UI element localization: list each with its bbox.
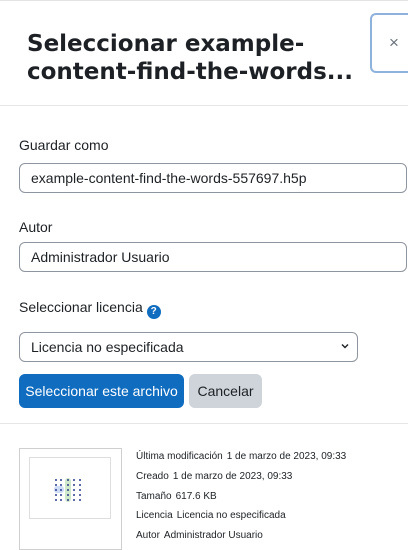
license-selected-value: Licencia no especificada bbox=[31, 339, 184, 355]
license-label: Seleccionar licencia? bbox=[19, 299, 161, 319]
info-license: Licencia Licencia no especificada bbox=[136, 510, 286, 521]
info-size: Tamaño 617.6 KB bbox=[136, 491, 217, 502]
info-created: Creado 1 de marzo de 2023, 09:33 bbox=[136, 471, 292, 482]
save-as-label: Guardar como bbox=[19, 137, 109, 153]
file-thumbnail bbox=[19, 448, 122, 550]
info-modified-label: Última modificación bbox=[136, 451, 223, 462]
close-button[interactable]: × bbox=[370, 13, 408, 73]
author-input[interactable] bbox=[19, 242, 407, 272]
info-modified: Última modificación 1 de marzo de 2023, 0… bbox=[136, 451, 346, 462]
dialog-title: Seleccionar example-content-find-the-wor… bbox=[27, 31, 354, 85]
info-author: Autor Administrador Usuario bbox=[136, 530, 263, 541]
info-created-label: Creado bbox=[136, 471, 169, 482]
question-circle-icon[interactable]: ? bbox=[146, 305, 161, 319]
dialog-header: Seleccionar example-content-find-the-wor… bbox=[0, 1, 408, 106]
cancel-button[interactable]: Cancelar bbox=[189, 374, 262, 408]
close-icon: × bbox=[389, 33, 399, 52]
license-select[interactable]: Licencia no especificada bbox=[19, 332, 358, 362]
info-author-label: Autor bbox=[136, 530, 160, 541]
divider bbox=[0, 423, 408, 424]
select-file-button[interactable]: Seleccionar este archivo bbox=[19, 374, 184, 408]
info-created-value: 1 de marzo de 2023, 09:33 bbox=[172, 471, 293, 482]
license-label-text: Seleccionar licencia bbox=[19, 299, 143, 315]
info-license-value: Licencia no especificada bbox=[176, 510, 286, 521]
save-as-input[interactable] bbox=[19, 163, 407, 193]
thumbnail-frame bbox=[29, 457, 111, 519]
author-label: Autor bbox=[19, 219, 53, 235]
info-size-value: 617.6 KB bbox=[175, 491, 217, 502]
info-size-label: Tamaño bbox=[136, 491, 172, 502]
info-modified-value: 1 de marzo de 2023, 09:33 bbox=[226, 451, 347, 462]
h5p-grid-icon bbox=[53, 477, 87, 503]
info-license-label: Licencia bbox=[136, 510, 173, 521]
info-author-value: Administrador Usuario bbox=[163, 530, 263, 541]
chevron-down-icon bbox=[341, 344, 349, 349]
